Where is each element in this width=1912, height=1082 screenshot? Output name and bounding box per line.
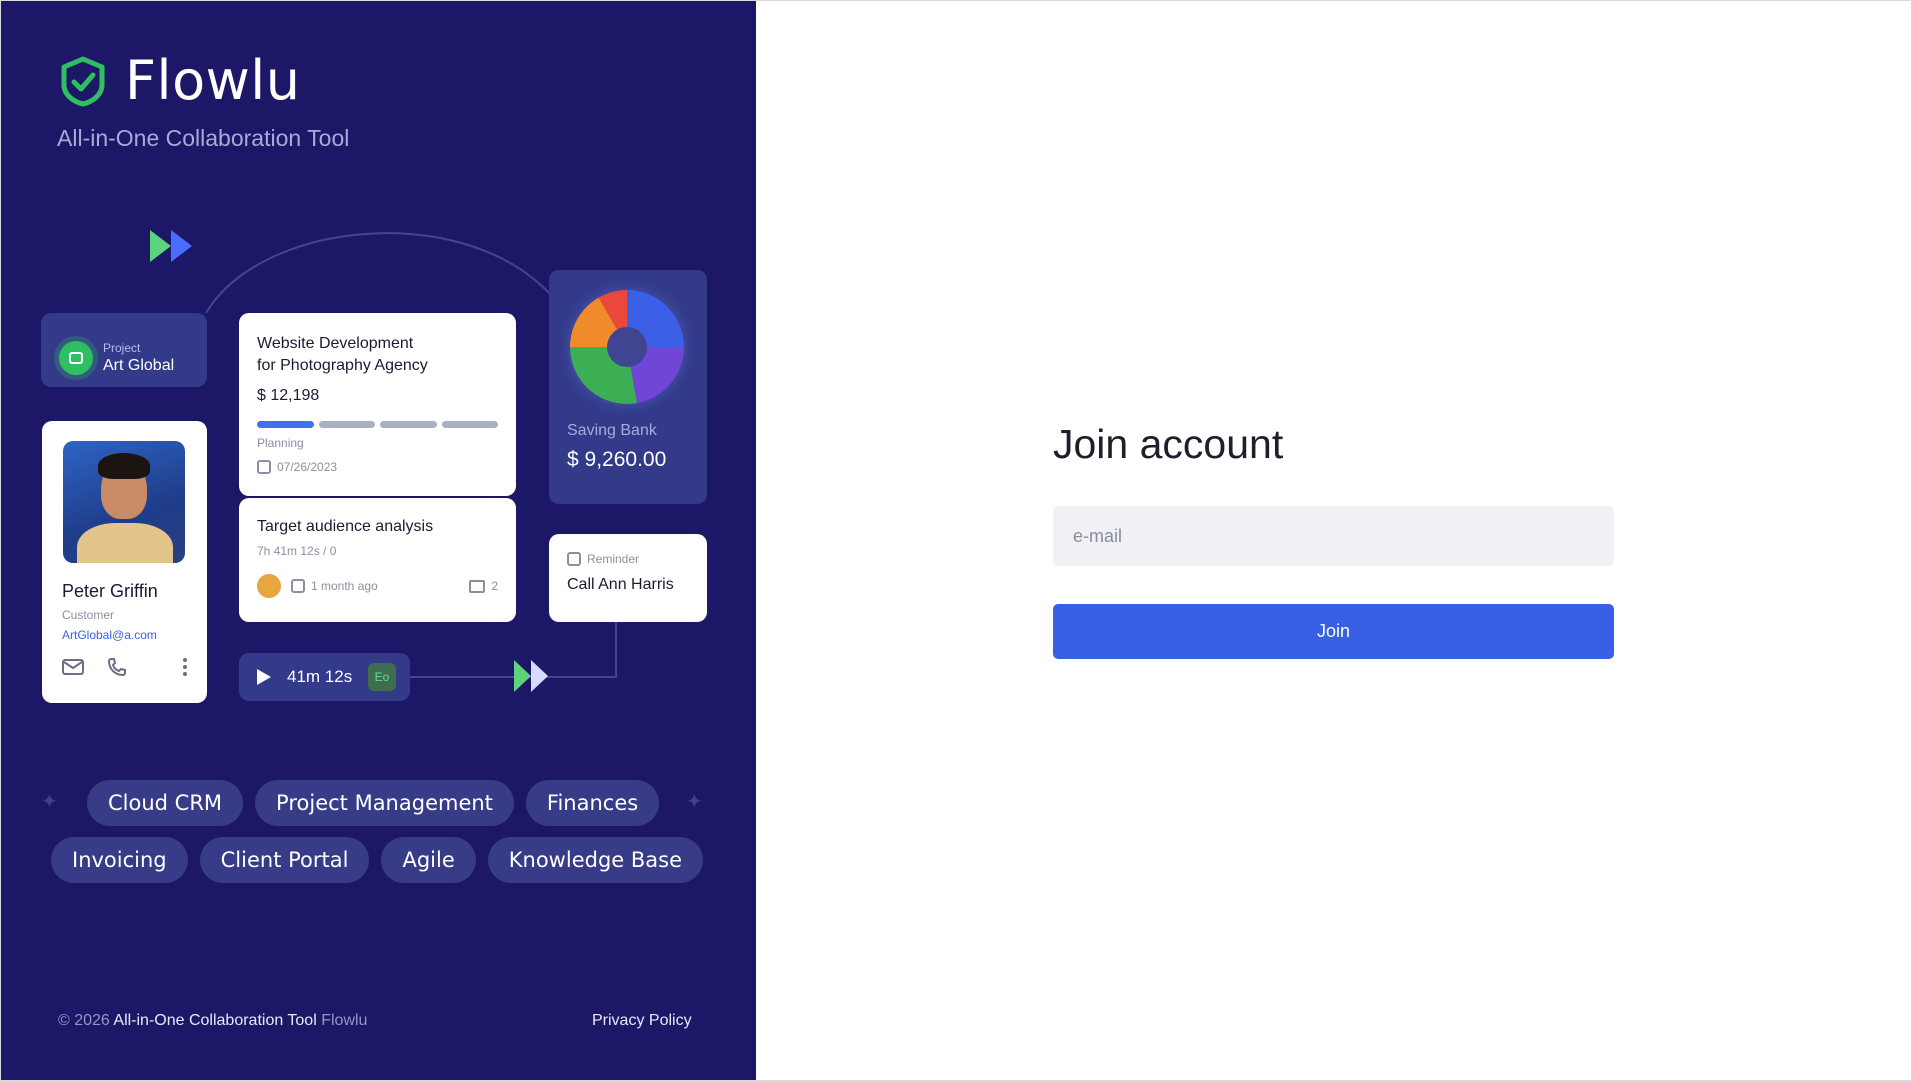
auth-panel: Join account Join (756, 1, 1911, 1080)
brand-logo[interactable]: Flowlu (57, 49, 301, 112)
tag-client-portal: Client Portal (199, 837, 370, 883)
bank-value: $ 9,260.00 (567, 448, 667, 471)
tag-project-management: Project Management (255, 780, 514, 826)
footer-product: All-in-One Collaboration Tool (113, 1012, 317, 1029)
tag-agile: Agile (381, 837, 476, 883)
mail-icon (62, 659, 84, 675)
play-icon (257, 669, 271, 685)
calendar-icon (291, 579, 305, 593)
deal-amount: $ 12,198 (257, 387, 320, 404)
shield-check-icon (61, 56, 105, 106)
project-card: Project Art Global (41, 313, 207, 387)
task-updated: 1 month ago (311, 579, 378, 593)
contact-name: Peter Griffin (62, 581, 158, 601)
privacy-policy-link[interactable]: Privacy Policy (592, 1012, 692, 1030)
feature-tags-row2: Invoicing Client Portal Agile Knowledge … (51, 837, 703, 883)
join-button[interactable]: Join (1053, 604, 1614, 659)
task-card: Target audience analysis 7h 41m 12s / 0 … (239, 498, 516, 622)
assignee-avatar (257, 574, 281, 598)
join-form: Join account Join (1053, 421, 1614, 659)
deal-title-line1: Website Development (257, 335, 414, 352)
footer-copyright: © 2026 All-in-One Collaboration Tool Flo… (58, 1012, 367, 1030)
calendar-icon (567, 552, 581, 566)
promo-panel: Flowlu All-in-One Collaboration Tool Pro… (1, 1, 756, 1080)
sparkle-icon: ✦ (41, 791, 58, 813)
reminder-card: Reminder Call Ann Harris (549, 534, 707, 622)
timer-time: 41m 12s (287, 667, 353, 686)
page: Flowlu All-in-One Collaboration Tool Pro… (0, 0, 1912, 1082)
timer-badge: Eo (368, 663, 396, 691)
contact-email: ArtGlobal@a.com (62, 628, 157, 642)
project-label: Project (103, 341, 141, 355)
timer-card: 41m 12s Eo (239, 653, 410, 701)
task-comments: 2 (491, 579, 498, 593)
reminder-text: Call Ann Harris (567, 576, 674, 593)
copyright-year: © 2026 (58, 1012, 110, 1029)
project-name: Art Global (103, 357, 175, 374)
reminder-label: Reminder (587, 552, 640, 566)
brand-tagline: All-in-One Collaboration Tool (57, 125, 350, 151)
deal-title-line2: for Photography Agency (257, 357, 428, 374)
deal-stage: Planning (257, 436, 304, 450)
task-time: 7h 41m 12s / 0 (257, 544, 337, 558)
bank-label: Saving Bank (567, 422, 657, 439)
avatar (63, 441, 185, 563)
feature-tags-row1: Cloud CRM Project Management Finances (87, 780, 660, 826)
sparkle-arrow-icon-2 (514, 660, 548, 692)
bank-card: Saving Bank $ 9,260.00 (549, 270, 707, 504)
sparkle-arrow-icon (150, 230, 192, 262)
tag-knowledge-base: Knowledge Base (487, 837, 703, 883)
calendar-icon (257, 460, 271, 474)
email-field[interactable] (1053, 506, 1614, 566)
page-title: Join account (1053, 421, 1284, 467)
footer-brand: Flowlu (321, 1012, 368, 1029)
deal-date: 07/26/2023 (277, 460, 338, 474)
deal-card: Website Development for Photography Agen… (239, 313, 516, 496)
tag-invoicing: Invoicing (51, 837, 188, 883)
contact-card: Peter Griffin Customer ArtGlobal@a.com (42, 421, 207, 703)
donut-chart-icon (570, 290, 684, 404)
briefcase-icon (59, 341, 93, 375)
sparkle-icon: ✦ (686, 791, 703, 813)
brand-name: Flowlu (125, 49, 301, 112)
deal-progress (257, 421, 498, 428)
task-title: Target audience analysis (257, 518, 434, 535)
tag-finances: Finances (525, 780, 660, 826)
comment-icon (469, 579, 486, 593)
tag-cloud-crm: Cloud CRM (87, 780, 244, 826)
more-icon (183, 658, 187, 676)
contact-role: Customer (62, 608, 115, 622)
feature-illustration: Project Art Global Peter Griffin Custome… (1, 201, 756, 721)
phone-icon (107, 658, 126, 676)
